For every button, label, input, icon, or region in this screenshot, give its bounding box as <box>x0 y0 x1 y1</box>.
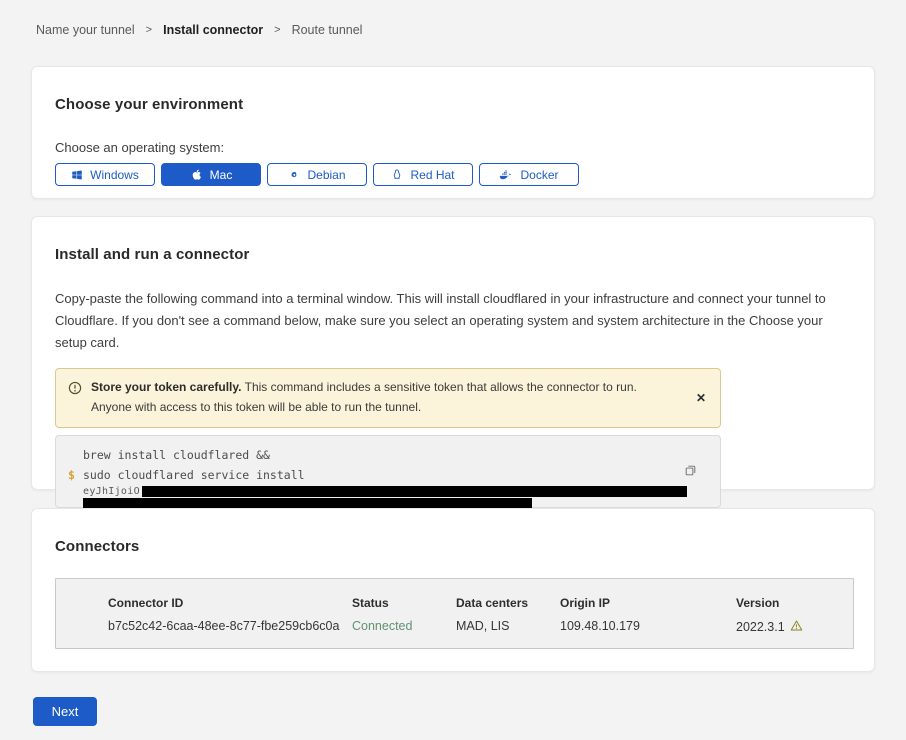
alert-title: Store your token carefully. <box>91 380 242 394</box>
cell-status: Connected <box>352 619 456 635</box>
header-version: Version <box>736 596 853 610</box>
header-status: Status <box>352 596 456 610</box>
next-button[interactable]: Next <box>33 697 97 726</box>
docker-logo-icon <box>499 169 513 181</box>
os-button-mac[interactable]: Mac <box>161 163 261 186</box>
alert-text: Store your token carefully. This command… <box>91 378 668 418</box>
alert-circle-icon <box>68 381 82 418</box>
copy-icon <box>684 465 697 480</box>
token-warning-alert: Store your token carefully. This command… <box>55 368 721 428</box>
breadcrumb-separator: > <box>146 24 152 36</box>
environment-card: Choose your environment Choose an operat… <box>31 66 875 199</box>
os-select-label: Choose an operating system: <box>55 140 851 155</box>
version-warning-icon <box>790 619 803 635</box>
redacted-token-bar <box>142 486 687 497</box>
os-button-docker[interactable]: Docker <box>479 163 579 186</box>
header-data-centers: Data centers <box>456 596 560 610</box>
os-button-label: Windows <box>90 168 139 182</box>
code-text: brew install cloudflared && <box>83 445 270 465</box>
code-line-sudo: $ sudo cloudflared service install <box>56 465 720 485</box>
install-connector-card: Install and run a connector Copy-paste t… <box>31 216 875 490</box>
debian-logo-icon <box>288 169 300 181</box>
os-button-redhat[interactable]: Red Hat <box>373 163 473 186</box>
prompt-spacer <box>68 445 83 465</box>
apple-logo-icon <box>190 168 203 181</box>
redhat-logo-icon <box>391 168 403 181</box>
version-text: 2022.3.1 <box>736 620 785 634</box>
breadcrumb-name-your-tunnel[interactable]: Name your tunnel <box>36 23 135 37</box>
cell-connector-id: b7c52c42-6caa-48ee-8c77-fbe259cb6c0a <box>108 619 352 635</box>
header-connector-id: Connector ID <box>108 596 352 610</box>
breadcrumb-install-connector[interactable]: Install connector <box>163 23 263 37</box>
connectors-table: Connector ID Status Data centers Origin … <box>55 578 854 649</box>
environment-card-title: Choose your environment <box>55 96 851 113</box>
os-button-label: Red Hat <box>410 168 454 182</box>
table-row: b7c52c42-6caa-48ee-8c77-fbe259cb6c0a Con… <box>108 619 853 635</box>
connectors-card: Connectors Connector ID Status Data cent… <box>31 508 875 672</box>
breadcrumb-separator: > <box>274 24 280 36</box>
os-button-debian[interactable]: Debian <box>267 163 367 186</box>
install-connector-title: Install and run a connector <box>55 246 851 263</box>
os-button-label: Debian <box>307 168 345 182</box>
cell-data-centers: MAD, LIS <box>456 619 560 635</box>
connectors-card-title: Connectors <box>55 538 851 555</box>
install-command-codeblock: brew install cloudflared && $ sudo cloud… <box>55 435 721 508</box>
token-prefix-text: eyJhIjoiO <box>83 486 140 497</box>
header-origin-ip: Origin IP <box>560 596 736 610</box>
cell-origin-ip: 109.48.10.179 <box>560 619 736 635</box>
os-button-windows[interactable]: Windows <box>55 163 155 186</box>
breadcrumb-route-tunnel[interactable]: Route tunnel <box>292 23 363 37</box>
os-button-group: Windows Mac Debian <box>55 163 851 186</box>
alert-close-icon[interactable]: ✕ <box>696 392 706 404</box>
cell-version: 2022.3.1 <box>736 619 853 635</box>
code-text: sudo cloudflared service install <box>83 465 305 485</box>
shell-prompt: $ <box>68 465 83 485</box>
windows-logo-icon <box>71 169 83 181</box>
code-line-brew: brew install cloudflared && <box>56 445 720 465</box>
copy-command-button[interactable] <box>682 462 699 482</box>
breadcrumb: Name your tunnel > Install connector > R… <box>36 23 362 37</box>
code-line-token: eyJhIjoiO <box>83 485 720 497</box>
install-connector-description: Copy-paste the following command into a … <box>55 288 848 353</box>
os-button-label: Docker <box>520 168 558 182</box>
os-button-label: Mac <box>210 168 233 182</box>
table-header-row: Connector ID Status Data centers Origin … <box>108 596 853 610</box>
